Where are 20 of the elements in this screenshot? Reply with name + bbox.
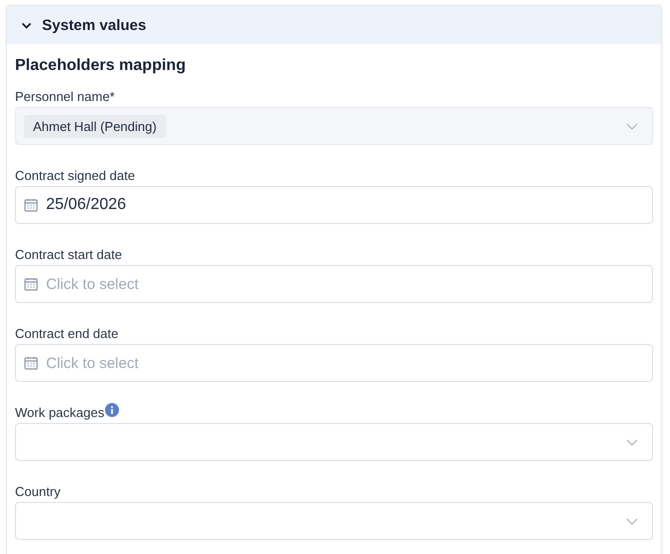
select-field[interactable] — [15, 423, 653, 461]
section-header[interactable]: System values — [7, 6, 661, 44]
placeholder-text: Click to select — [46, 276, 139, 292]
calendar-icon — [24, 198, 38, 212]
section-title: System values — [42, 16, 146, 34]
placeholder-text: Click to select — [46, 354, 139, 372]
selected-chip: Ahmet Hall (Pending) — [24, 114, 166, 138]
calendar-icon — [24, 356, 38, 370]
field-label: Work packages — [15, 404, 104, 420]
date-field[interactable]: 25/06/2026 — [15, 186, 653, 224]
field-label: Country — [15, 484, 61, 498]
subheading: Placeholders mapping — [15, 57, 187, 75]
select-field[interactable] — [15, 502, 653, 540]
info-icon[interactable] — [105, 403, 120, 417]
calendar-icon — [24, 277, 38, 291]
field-label: Personnel name* — [15, 88, 115, 104]
field-label: Contract end date — [15, 326, 118, 340]
date-value: 25/06/2026 — [46, 196, 126, 214]
field-label: Contract signed date — [15, 168, 135, 182]
field-label: Contract start date — [15, 246, 122, 262]
